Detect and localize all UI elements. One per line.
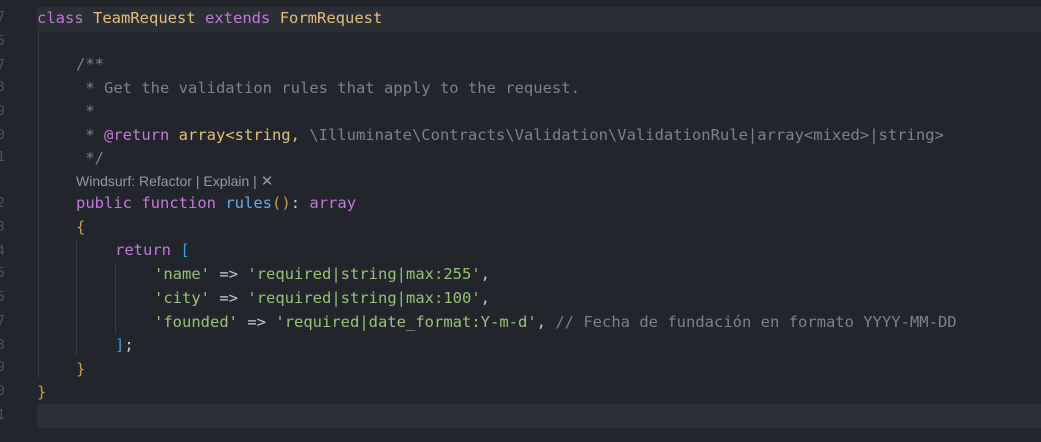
code-line-doc-return[interactable]: * @return array<string, \Illuminate\Cont… [76,123,944,147]
paren: ) [281,194,291,212]
string-key: 'name' [154,265,210,283]
close-icon[interactable]: ✕ [261,173,274,190]
code-line-doc-text[interactable]: * Get the validation rules that apply to… [76,76,580,100]
line-number-gutter: 7 5 7 3 9 0 1 2 3 4 5 5 7 3 9 0 1 [0,0,8,442]
paren: ( [272,194,282,212]
doc-comment: * [76,126,104,144]
indent-guide [76,240,77,356]
line-comment: // Fecha de fundación en formato YYYY-MM… [555,313,957,331]
windsurf-codelens: Windsurf: Refactor | Explain | ✕ [76,170,273,192]
line-number: 4 [0,244,5,259]
codelens-separator: | [191,173,204,189]
keyword: return [115,241,171,259]
line-number: 0 [0,384,5,399]
brace: { [76,218,86,236]
explain-link[interactable]: Explain [203,173,249,189]
code-line-brace-close[interactable]: } [76,357,85,381]
doc-comment: * Get the validation rules that apply to… [76,79,580,97]
line-number: 3 [0,338,5,353]
comma: , [480,289,490,307]
tab-bar-remnant [0,0,1041,5]
codelens-prefix: Windsurf: [76,173,140,189]
string-key: 'founded' [154,313,238,331]
code-line-rule-founded[interactable]: 'founded' => 'required|date_format:Y-m-d… [154,310,957,334]
string-value: 'required|date_format:Y-m-d' [275,313,537,331]
code-editor[interactable]: 7 5 7 3 9 0 1 2 3 4 5 5 7 3 9 0 1 class … [0,0,1041,442]
bracket: [ [180,241,190,259]
indent-guide [115,264,116,334]
doc-comment: \Illuminate\Contracts\Validation\Validat… [299,126,944,144]
line-number: 2 [0,196,5,211]
code-line-doc-close[interactable]: */ [76,146,104,170]
code-line-class-declaration[interactable]: class TeamRequest extends FormRequest [37,6,382,30]
method-name: rules [225,194,273,212]
code-line-brace-open[interactable]: { [76,215,85,239]
arrow-operator: => [219,265,239,283]
code-line-doc-star[interactable]: * [76,99,95,123]
brace: } [76,360,86,378]
line-number: 7 [0,314,5,329]
code-line-class-close[interactable]: } [37,380,46,404]
keyword: public [76,194,132,212]
line-number: 5 [0,266,5,281]
line-number: 1 [0,408,5,423]
class-name: TeamRequest [93,9,196,27]
string-value: 'required|string|max:255' [247,265,481,283]
code-line-rule-name[interactable]: 'name' => 'required|string|max:255', [154,262,490,286]
doc-tag: @return [104,126,170,144]
comma: , [480,265,490,283]
code-line-method-signature[interactable]: public function rules(): array [76,191,356,215]
string-key: 'city' [154,289,210,307]
line-number: 0 [0,128,5,143]
line-number: 9 [0,360,5,375]
arrow-operator: => [219,289,239,307]
line-number: 9 [0,104,5,119]
doc-comment: /** [76,55,104,73]
return-type: array [309,194,357,212]
code-line-return[interactable]: return [ [115,238,190,262]
brace: } [37,383,47,401]
doc-type: array<string, [169,126,300,144]
refactor-link[interactable]: Refactor [139,173,192,189]
comma: , [536,313,546,331]
code-line-rule-city[interactable]: 'city' => 'required|string|max:100', [154,286,490,310]
line-number: 7 [0,58,5,73]
keyword: extends [205,9,271,27]
keyword: function [141,194,216,212]
codelens-separator: | [249,173,261,189]
colon: : [290,194,301,212]
cursor-line-highlight [37,404,1041,428]
line-number: 3 [0,220,5,235]
semicolon: ; [124,336,134,354]
bracket: ] [115,336,125,354]
line-number: 1 [0,150,5,165]
line-number: 3 [0,80,5,95]
keyword: class [37,9,84,27]
indent-guide [38,32,39,378]
arrow-operator: => [247,313,267,331]
doc-comment: * [76,102,95,120]
parent-class-name: FormRequest [279,9,383,27]
code-line-bracket-close[interactable]: ]; [115,333,134,357]
code-line-doc-open[interactable]: /** [76,52,104,76]
string-value: 'required|string|max:100' [247,289,481,307]
line-number: 5 [0,34,5,49]
line-number: 5 [0,290,5,305]
doc-comment: */ [76,149,104,167]
line-number: 7 [0,10,5,25]
